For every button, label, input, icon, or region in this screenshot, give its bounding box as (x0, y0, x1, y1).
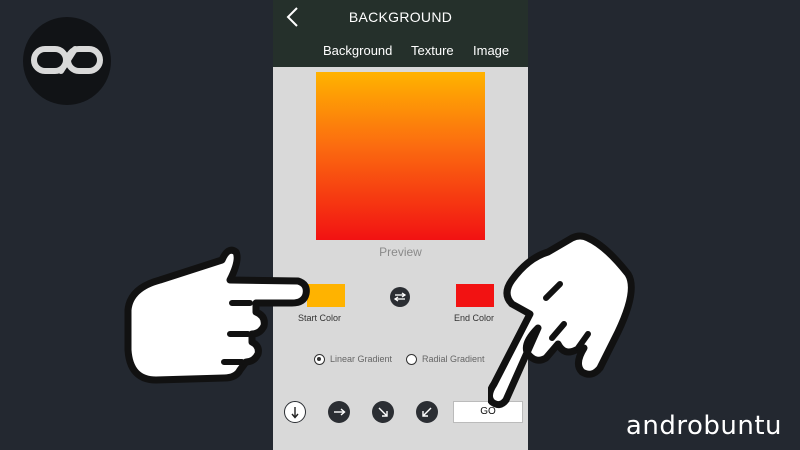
arrow-down-left-icon (422, 407, 432, 417)
gradient-preview (316, 72, 485, 240)
arrow-down-icon (291, 407, 299, 419)
arrow-right-icon (334, 408, 346, 416)
tab-texture[interactable]: Texture (411, 43, 454, 58)
direction-right-button[interactable] (328, 401, 350, 423)
direction-down-left-button[interactable] (416, 401, 438, 423)
radial-gradient-label: Radial Gradient (422, 354, 485, 364)
tab-background[interactable]: Background (323, 43, 392, 58)
infinity-logo-icon (31, 46, 103, 74)
tab-bar: Background Texture Image (273, 43, 528, 61)
tab-image[interactable]: Image (473, 43, 509, 58)
pointing-hand-right-icon (488, 232, 635, 409)
brand-watermark: androbuntu (625, 411, 782, 441)
page-title: BACKGROUND (348, 9, 453, 25)
pointing-hand-left-icon (124, 246, 310, 384)
radial-gradient-radio[interactable] (406, 354, 417, 365)
swap-colors-button[interactable] (390, 287, 410, 307)
app-header: BACKGROUND Background Texture Image (273, 0, 528, 67)
arrow-down-right-icon (378, 407, 388, 417)
channel-logo (23, 17, 111, 105)
swap-icon (393, 292, 407, 302)
direction-down-button[interactable] (284, 401, 306, 423)
linear-gradient-label: Linear Gradient (330, 354, 393, 364)
direction-down-right-button[interactable] (372, 401, 394, 423)
